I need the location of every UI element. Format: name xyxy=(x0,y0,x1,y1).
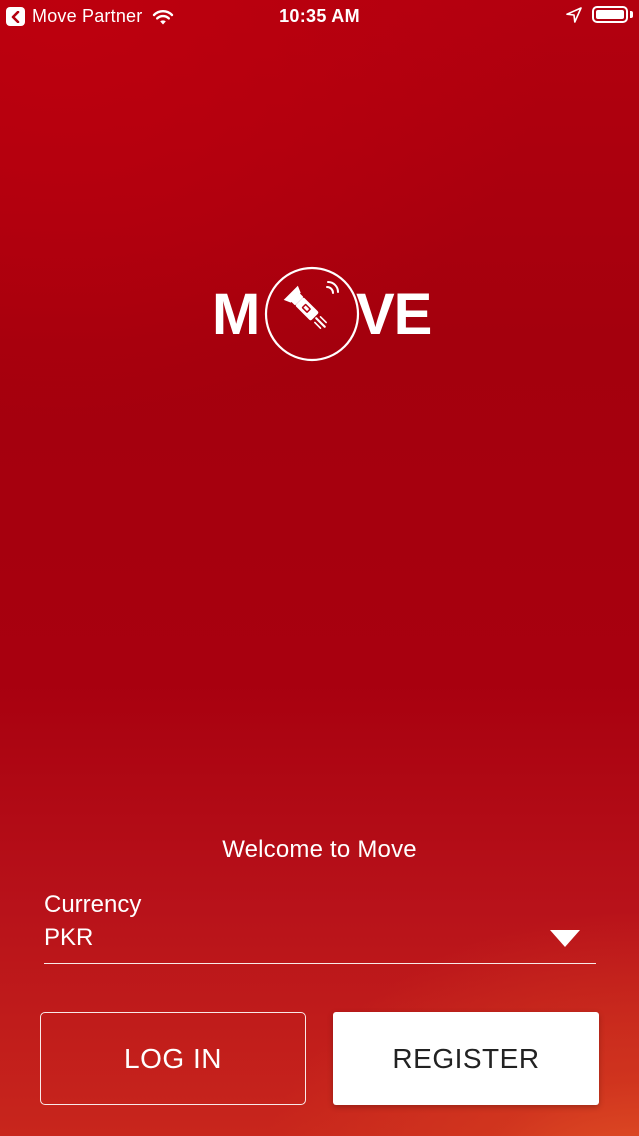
register-button[interactable]: REGISTER xyxy=(333,1012,599,1105)
login-button[interactable]: LOG IN xyxy=(40,1012,306,1105)
status-right xyxy=(566,6,633,23)
location-arrow-icon xyxy=(566,6,582,23)
currency-selected-value: PKR xyxy=(44,924,94,951)
caret-down-icon xyxy=(550,930,580,947)
currency-dropdown[interactable]: PKR xyxy=(44,920,596,964)
status-time: 10:35 AM xyxy=(279,6,360,26)
status-bar: Move Partner 10:35 AM xyxy=(0,0,639,34)
flashlight-icon xyxy=(264,266,360,362)
move-logo: M VE xyxy=(212,266,432,366)
battery-icon xyxy=(592,6,628,23)
logo-letters-ve: VE xyxy=(356,282,432,347)
currency-label: Currency xyxy=(44,891,142,918)
logo-letter-m: M xyxy=(212,282,260,347)
battery-cap xyxy=(630,11,633,18)
welcome-text: Welcome to Move xyxy=(222,836,417,863)
